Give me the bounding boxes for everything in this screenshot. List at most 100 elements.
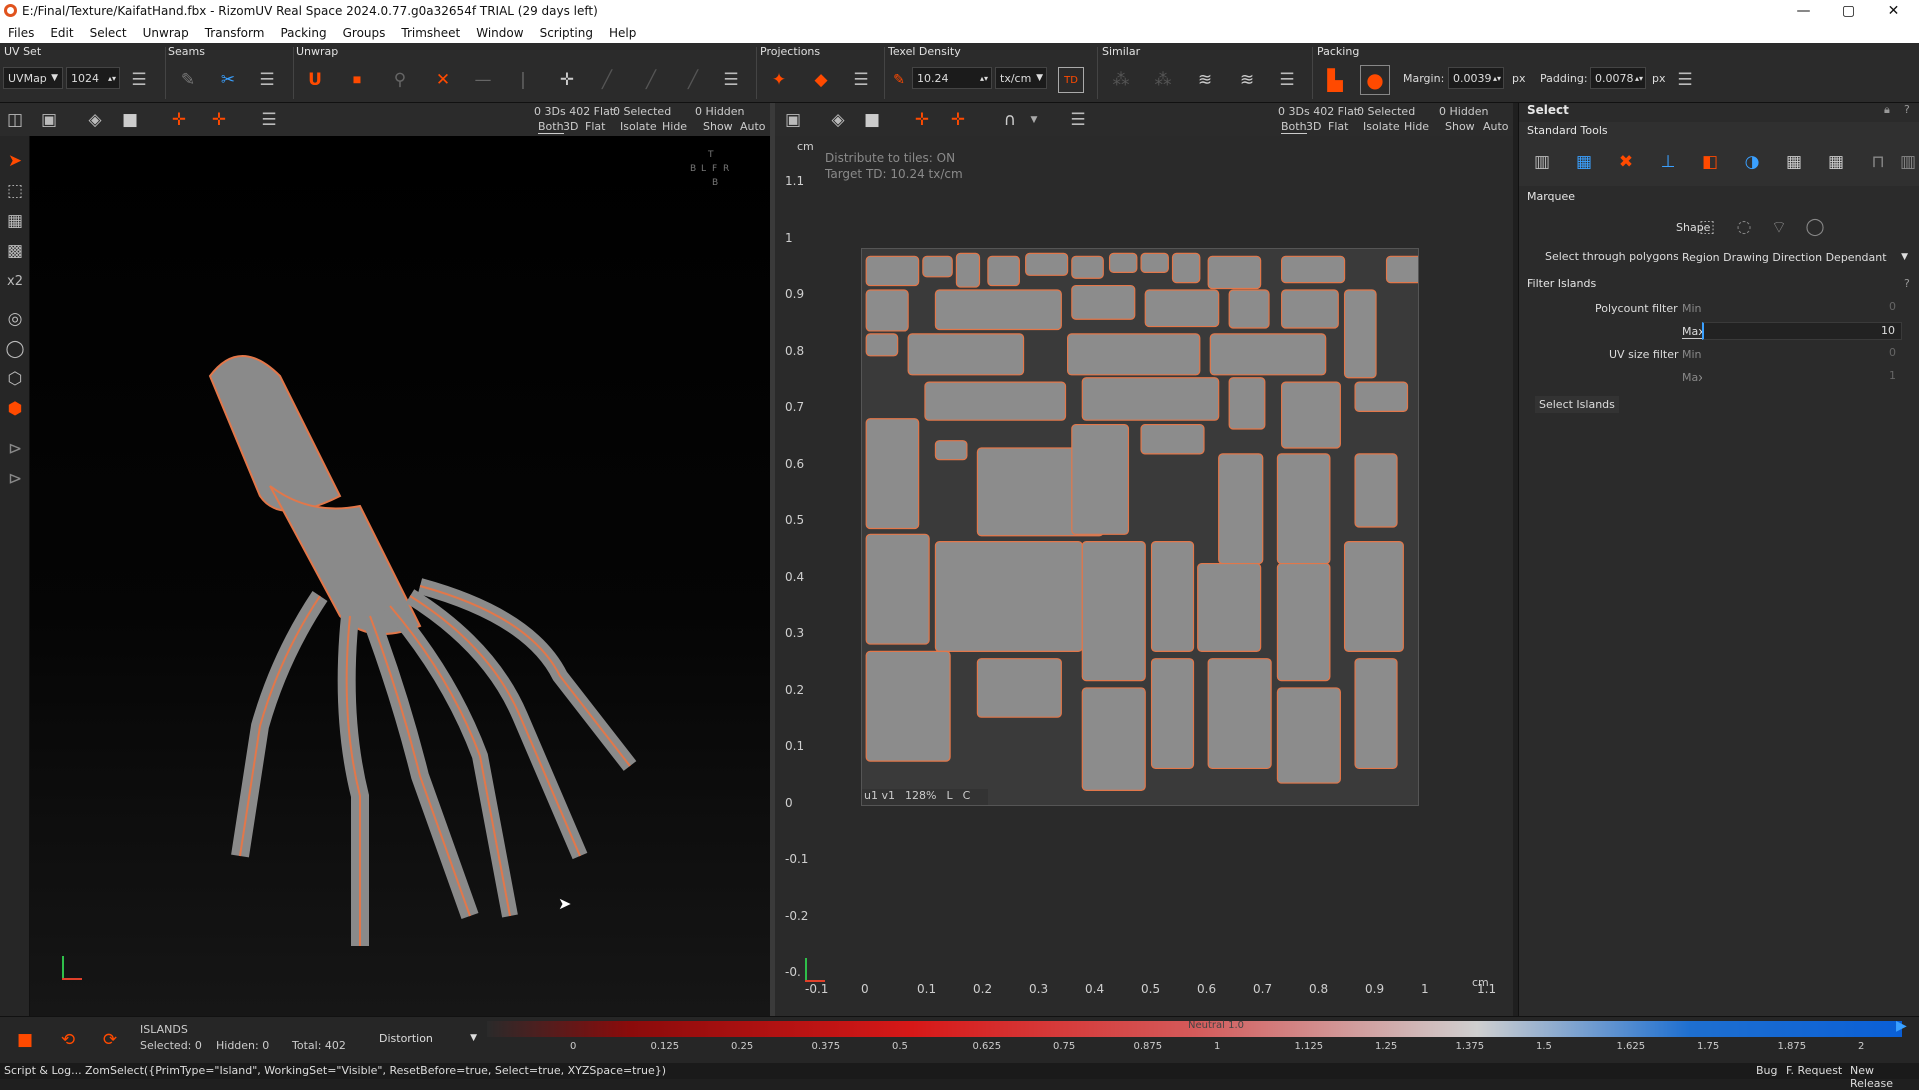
diagonal-2-icon[interactable]: ╱ (638, 67, 664, 93)
seam-pen-icon[interactable]: ✎ (175, 67, 201, 93)
menu-select[interactable]: Select (82, 26, 135, 40)
uv-island[interactable] (1281, 255, 1346, 284)
menu-packing[interactable]: Packing (272, 26, 334, 40)
lasso-icon[interactable]: ◌ (1731, 214, 1757, 240)
packing-settings-icon[interactable]: ☰ (1672, 67, 1698, 93)
feature-request-button[interactable]: F. Request (1786, 1064, 1842, 1077)
uv-island[interactable] (1276, 562, 1331, 682)
uv-island[interactable] (1081, 377, 1220, 421)
menu-trimsheet[interactable]: Trimsheet (393, 26, 468, 40)
auto-loop-icon[interactable]: ⟳ (97, 1027, 123, 1053)
diagonal-1-icon[interactable]: ╱ (594, 67, 620, 93)
uv-island[interactable] (907, 333, 1025, 376)
uv-island[interactable] (1067, 333, 1201, 376)
select-flipped-icon[interactable]: ◑ (1739, 149, 1765, 175)
shaded-cube-icon[interactable]: ◈ (825, 107, 851, 133)
show-button[interactable]: Show (703, 120, 733, 133)
filter-3d[interactable]: 3D (1306, 120, 1321, 133)
stop-icon[interactable]: ■ (12, 1027, 38, 1053)
pack-fit-icon[interactable]: ● (1360, 65, 1390, 95)
optimize-icon[interactable]: ⏹ (344, 67, 370, 93)
auto-button[interactable]: Auto (1483, 120, 1509, 133)
polygon-mode-icon[interactable]: ⬡ (2, 366, 28, 392)
gizmo-2-icon[interactable]: ✛ (206, 107, 232, 133)
uv-island[interactable] (934, 289, 1062, 331)
deselect-icon[interactable]: ✖ (1613, 149, 1639, 175)
flat-square-icon[interactable]: ■ (859, 107, 885, 133)
uv-island[interactable] (865, 289, 909, 332)
select-grid-2-icon[interactable]: ▦ (1823, 149, 1849, 175)
uv-view-settings-icon[interactable]: ☰ (1065, 107, 1091, 133)
uv-island[interactable] (865, 333, 899, 357)
texel-density-apply-icon[interactable]: TD (1058, 67, 1084, 93)
projections-settings-icon[interactable]: ☰ (848, 67, 874, 93)
uv-island[interactable] (1281, 289, 1339, 329)
menu-files[interactable]: Files (0, 26, 42, 40)
help-icon[interactable]: ? (1904, 103, 1910, 116)
uv-island[interactable] (1207, 255, 1262, 290)
uv-island[interactable] (924, 381, 1067, 421)
uv-island[interactable] (1343, 541, 1404, 652)
uv-max-field[interactable]: 1 (1702, 368, 1902, 386)
menu-help[interactable]: Help (601, 26, 644, 40)
tile-lock-label[interactable]: L (946, 789, 952, 805)
poly-max-field[interactable]: 10 (1702, 322, 1902, 340)
similar-share-icon[interactable]: ⁂ (1150, 67, 1176, 93)
view-cube[interactable]: T B L F R B (690, 150, 730, 200)
new-release-button[interactable]: New Release (1850, 1064, 1919, 1090)
margin-input[interactable]: 0.0039 ▴▾ (1448, 67, 1504, 89)
marquee-section-title[interactable]: Marquee (1527, 190, 1575, 203)
uv-island[interactable] (1025, 252, 1069, 276)
uv-island[interactable] (1171, 252, 1201, 284)
transform-icon[interactable]: ⬚ (2, 178, 28, 204)
menu-transform[interactable]: Transform (197, 26, 273, 40)
bug-button[interactable]: Bug (1756, 1064, 1778, 1077)
hide-button[interactable]: Hide (662, 120, 687, 133)
viewport-3d[interactable]: T B L F R B ➤ (30, 136, 770, 1016)
frame-icon[interactable]: ▣ (36, 107, 62, 133)
menu-groups[interactable]: Groups (335, 26, 394, 40)
uv-island[interactable] (1140, 423, 1205, 455)
uv-island[interactable] (1276, 453, 1331, 565)
uv-island[interactable] (865, 255, 920, 287)
unwrap-settings-icon[interactable]: ☰ (718, 67, 744, 93)
filter-help-icon[interactable]: ? (1904, 277, 1910, 290)
texture-icon[interactable]: ▦ (2, 208, 28, 234)
shaded-cube-icon[interactable]: ◈ (82, 107, 108, 133)
uv-island[interactable] (1197, 562, 1262, 652)
uv-island[interactable] (934, 440, 968, 461)
isolate-button[interactable]: Isolate (620, 120, 657, 133)
uv-island[interactable] (922, 255, 953, 278)
stack-icon[interactable]: ≋ (1192, 67, 1218, 93)
unpin-icon[interactable]: ✕ (430, 67, 456, 93)
menu-unwrap[interactable]: Unwrap (135, 26, 197, 40)
padding-input[interactable]: 0.0078 ▴▾ (1590, 67, 1646, 89)
eyedropper-icon[interactable]: ✎ (886, 67, 912, 93)
uv-island[interactable] (1071, 423, 1130, 535)
select-extra-icon[interactable]: ⊓ (1865, 149, 1891, 175)
x2-icon[interactable]: x2 (2, 268, 28, 294)
uvset-select[interactable]: UVMap ▼ (3, 67, 63, 89)
straighten-icon[interactable]: — (470, 67, 496, 93)
mirror-icon[interactable]: ⊳ (2, 436, 28, 462)
gizmo-icon[interactable]: ✛ (909, 107, 935, 133)
isolate-button[interactable]: Isolate (1363, 120, 1400, 133)
chevron-down-icon[interactable]: ▼ (1021, 107, 1047, 133)
view-cube-front[interactable]: F (712, 164, 717, 174)
stack-2-icon[interactable]: ≋ (1234, 67, 1260, 93)
uv-island[interactable] (1281, 381, 1341, 449)
select-overlap-icon[interactable]: ◧ (1697, 149, 1723, 175)
select-extra-2-icon[interactable]: ▥ (1895, 149, 1919, 175)
uv-island[interactable] (1144, 289, 1220, 328)
view-cube-right[interactable]: R (723, 164, 729, 174)
circle-marquee-icon[interactable]: ◯ (1802, 214, 1828, 240)
poly-min-field[interactable]: 0 (1702, 299, 1902, 317)
filter-both[interactable]: Both (1281, 120, 1307, 134)
filter-3d[interactable]: 3D (563, 120, 578, 133)
texel-density-input[interactable]: 10.24 ▴▾ (912, 67, 992, 89)
uv-island[interactable] (1081, 687, 1146, 791)
uv-island[interactable] (865, 650, 951, 762)
seam-auto-icon[interactable]: ✂ (215, 67, 241, 93)
view-cube-left[interactable]: L (701, 164, 706, 174)
view-cube-back[interactable]: B (690, 164, 696, 174)
